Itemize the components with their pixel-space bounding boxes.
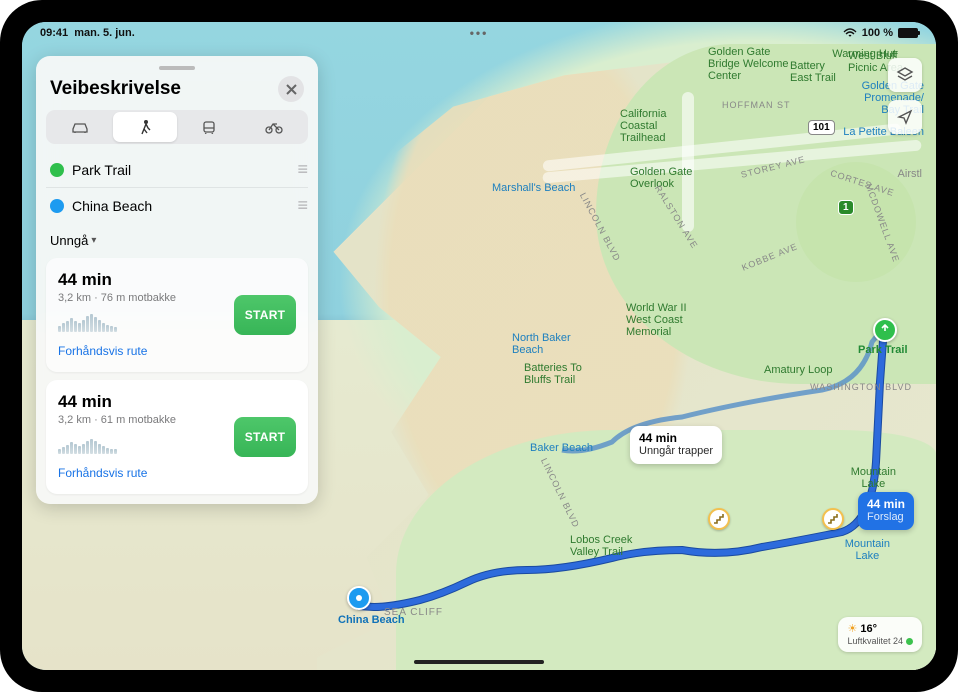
map-label: California Coastal Trailhead (620, 108, 666, 144)
reorder-handle-icon[interactable]: ≡ (297, 195, 304, 216)
route-time: 44 min (58, 270, 224, 290)
weather-widget[interactable]: ☀ 16° Luftkvalitet 24 (838, 617, 922, 652)
aq-dot-icon (906, 638, 913, 645)
location-arrow-icon (896, 108, 914, 126)
stop-name: Park Trail (72, 162, 289, 178)
map-label: Lobos Creek Valley Trail (570, 534, 632, 558)
pin-destination[interactable] (347, 586, 371, 610)
map-label: Mountain Lake (845, 538, 890, 562)
panel-drag-handle[interactable] (159, 66, 195, 70)
close-button[interactable] (278, 76, 304, 102)
map-label: Mountain Lake (851, 466, 896, 490)
screen: 09:41 man. 5. jun. ••• 100 % Park Trail (22, 22, 936, 670)
map-label: North Baker Beach (512, 332, 571, 356)
start-route-button[interactable]: START (234, 417, 296, 457)
panel-title: Veibeskrivelse (50, 78, 181, 100)
close-icon (286, 84, 297, 95)
status-right: 100 % (843, 27, 918, 39)
home-indicator[interactable] (414, 660, 544, 664)
elevation-sparkline (58, 312, 224, 332)
chevron-down-icon: ▾ (91, 235, 96, 246)
stop-row[interactable]: Park Trail ≡ (46, 152, 308, 188)
map-label: SEA CLIFF (384, 607, 443, 618)
route-meta: 3,2 km · 76 m motbakke (58, 292, 224, 304)
transit-icon (201, 120, 217, 134)
route-stops: Park Trail ≡ China Beach ≡ (46, 152, 308, 223)
map-label: Battery East Trail (790, 60, 836, 84)
start-route-button[interactable]: START (234, 295, 296, 335)
pin-start-label: Park Trail (858, 344, 908, 356)
road-label: WASHINGTON BLVD (810, 382, 912, 392)
locate-me-button[interactable] (888, 100, 922, 134)
battery-icon (898, 28, 918, 38)
wifi-icon (843, 28, 857, 38)
map-label: Batteries To Bluffs Trail (524, 362, 582, 386)
highway-shield-101: 101 (808, 120, 835, 135)
start-dot-icon (50, 163, 64, 177)
map-label: Marshall's Beach (492, 182, 575, 194)
pin-start[interactable] (873, 318, 897, 342)
stop-name: China Beach (72, 198, 289, 214)
mode-cycle-button[interactable] (242, 112, 307, 142)
dest-dot-icon (50, 199, 64, 213)
map-layers-icon (896, 66, 914, 84)
sun-icon: ☀ (847, 623, 857, 635)
car-icon (70, 120, 90, 134)
map-label: Golden Gate Bridge Welcome Center (708, 46, 789, 82)
route-meta: 3,2 km · 61 m motbakke (58, 414, 224, 426)
map-label: Warming Hut (832, 48, 896, 60)
map-label: Amatury Loop (764, 364, 832, 376)
preview-route-link[interactable]: Forhåndsvis rute (58, 344, 147, 358)
preview-route-link[interactable]: Forhåndsvis rute (58, 466, 147, 480)
road-label: HOFFMAN ST (722, 100, 791, 110)
route-callout-main[interactable]: 44 min Forslag (858, 492, 914, 530)
walk-icon (138, 119, 152, 135)
ipad-frame: 09:41 man. 5. jun. ••• 100 % Park Trail (0, 0, 958, 692)
road (682, 92, 694, 232)
route-step-stairs-icon[interactable] (708, 508, 730, 530)
route-callout-alt[interactable]: 44 min Unngår trapper (630, 426, 722, 464)
multitask-dots-icon[interactable]: ••• (470, 26, 489, 40)
routes-list: 44 min 3,2 km · 76 m motbakke Forhåndsvi… (36, 258, 318, 494)
transport-mode-segmented (46, 110, 308, 144)
route-time: 44 min (58, 392, 224, 412)
bike-icon (264, 120, 284, 134)
status-left: 09:41 man. 5. jun. (40, 27, 135, 39)
directions-panel: Veibeskrivelse Park Trail ≡ China Beach … (36, 56, 318, 504)
route-option[interactable]: 44 min 3,2 km · 61 m motbakke Forhåndsvi… (46, 380, 308, 494)
mode-transit-button[interactable] (177, 112, 242, 142)
elevation-sparkline (58, 434, 224, 454)
status-bar: 09:41 man. 5. jun. ••• 100 % (22, 22, 936, 44)
reorder-handle-icon[interactable]: ≡ (297, 159, 304, 180)
map-label: Baker Beach (530, 442, 593, 454)
mode-drive-button[interactable] (48, 112, 113, 142)
avoid-dropdown[interactable]: Unngå▾ (50, 233, 304, 248)
highway-shield-1: 1 (838, 200, 854, 215)
route-step-stairs-icon[interactable] (822, 508, 844, 530)
map-label: Airstl (898, 168, 922, 180)
mode-walk-button[interactable] (113, 112, 178, 142)
map-label: World War II West Coast Memorial (626, 302, 687, 338)
route-option[interactable]: 44 min 3,2 km · 76 m motbakke Forhåndsvi… (46, 258, 308, 372)
stop-row[interactable]: China Beach ≡ (46, 188, 308, 223)
map-mode-button[interactable] (888, 58, 922, 92)
